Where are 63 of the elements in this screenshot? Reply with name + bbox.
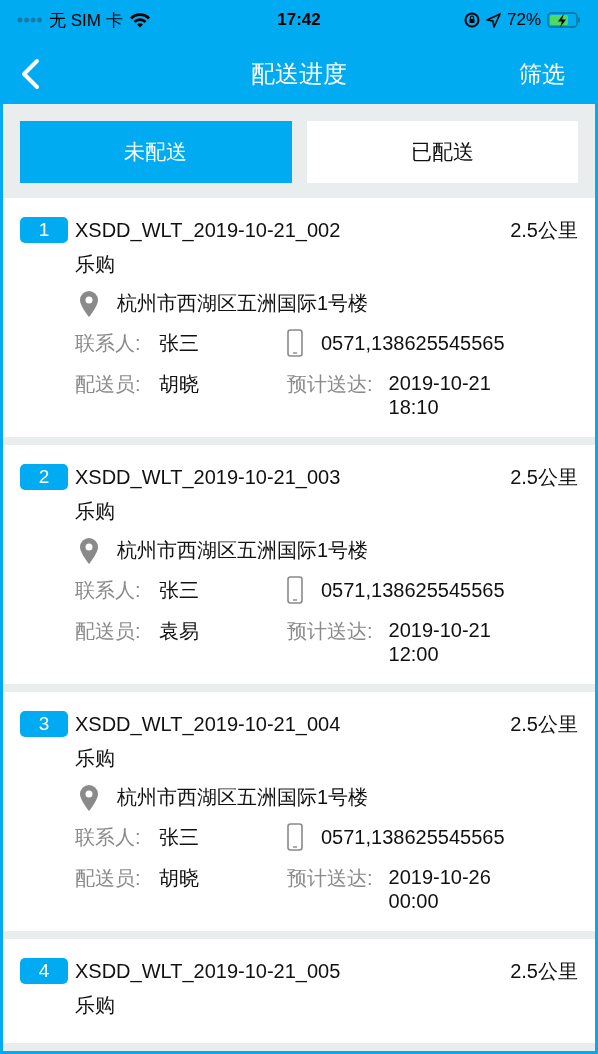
filter-button[interactable]: 筛选 [519, 58, 565, 90]
battery-charging-icon [547, 12, 581, 28]
distance-text: 2.5公里 [510, 711, 578, 737]
location-arrow-icon [485, 12, 501, 28]
back-icon [19, 58, 41, 90]
phone-icon [287, 329, 303, 357]
location-pin-icon [79, 536, 99, 565]
shop-name: 乐购 [75, 499, 115, 524]
contact-name: 张三 [158, 577, 199, 603]
courier-label: 配送员: [75, 372, 141, 397]
wifi-icon [128, 12, 151, 28]
courier-label: 配送员: [75, 866, 141, 891]
location-pin-icon [79, 783, 99, 812]
eta-time: 18:10 [388, 395, 440, 419]
courier-name: 袁易 [158, 619, 199, 644]
shop-name: 乐购 [75, 746, 115, 771]
courier-name: 胡晓 [158, 866, 199, 891]
distance-text: 2.5公里 [510, 217, 578, 243]
distance-text: 2.5公里 [510, 464, 578, 490]
tab[interactable]: 已配送 [306, 121, 578, 183]
contact-name: 张三 [158, 330, 199, 356]
order-number: XSDD_WLT_2019-10-21_004 [75, 712, 342, 736]
courier-name: 胡晓 [158, 372, 199, 397]
address-text: 杭州市西湖区五洲国际1号楼 [117, 785, 369, 810]
phone-number: 0571,138625545565 [321, 578, 505, 602]
eta-time: 00:00 [388, 889, 440, 913]
battery-percent: 72% [506, 10, 541, 30]
signal-icon [17, 17, 43, 23]
contact-label: 联系人: [75, 824, 141, 850]
address-text: 杭州市西湖区五洲国际1号楼 [117, 538, 369, 563]
phone-icon [287, 823, 303, 851]
rotation-lock-icon [463, 12, 480, 28]
eta-date: 2019-10-21 [388, 618, 491, 642]
phone-number: 0571,138625545565 [321, 331, 505, 355]
eta-label: 预计送达: [287, 372, 373, 397]
address-text: 杭州市西湖区五洲国际1号楼 [117, 291, 369, 316]
location-pin-icon [79, 289, 99, 318]
index-badge: 4 [20, 958, 68, 984]
carrier-text: 无 SIM 卡 [49, 9, 123, 32]
distance-text: 2.5公里 [510, 958, 578, 984]
back-button[interactable] [19, 58, 41, 90]
order-number: XSDD_WLT_2019-10-21_005 [75, 959, 342, 983]
courier-label: 配送员: [75, 619, 141, 644]
shop-name: 乐购 [75, 993, 115, 1018]
page-title: 配送进度 [251, 60, 347, 87]
eta-label: 预计送达: [287, 619, 373, 644]
contact-label: 联系人: [75, 330, 141, 356]
eta-label: 预计送达: [287, 866, 373, 891]
eta-time: 12:00 [388, 642, 440, 666]
order-number: XSDD_WLT_2019-10-21_003 [75, 465, 342, 489]
index-badge: 2 [20, 464, 68, 490]
phone-icon [287, 576, 303, 604]
order-number: XSDD_WLT_2019-10-21_002 [75, 218, 342, 242]
phone-number: 0571,138625545565 [321, 825, 505, 849]
clock-text: 17:42 [277, 10, 321, 29]
eta-date: 2019-10-21 [388, 371, 491, 395]
index-badge: 1 [20, 217, 68, 243]
index-badge: 3 [20, 711, 68, 737]
shop-name: 乐购 [75, 252, 115, 277]
contact-name: 张三 [158, 824, 199, 850]
tab[interactable]: 未配送 [20, 121, 292, 183]
eta-date: 2019-10-26 [388, 865, 491, 889]
contact-label: 联系人: [75, 577, 141, 603]
